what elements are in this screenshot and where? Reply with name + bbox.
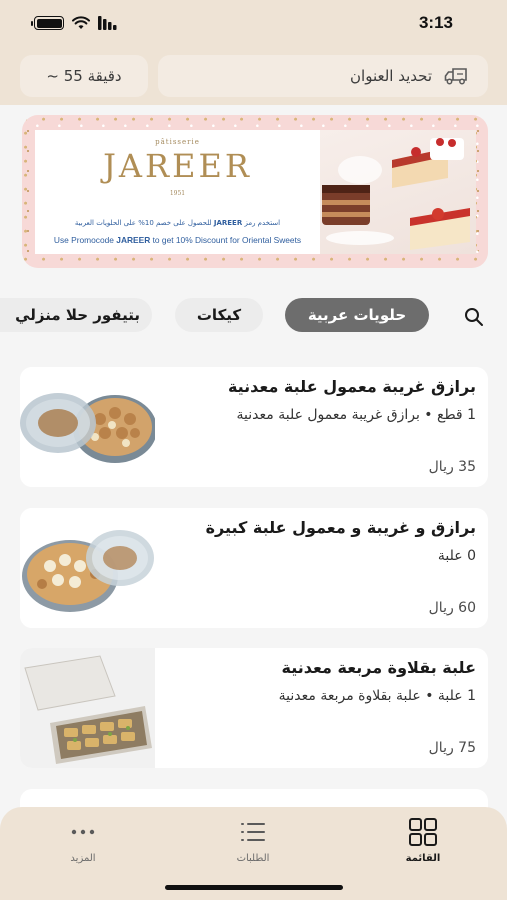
product-title: برازق و غريبة و معمول علبة كبيرة bbox=[205, 518, 476, 537]
status-bar: 3:13 bbox=[0, 0, 507, 46]
category-arabic-sweets[interactable]: حلويات عربية bbox=[285, 298, 429, 332]
product-price: 60 ريال bbox=[428, 600, 476, 616]
tab-more[interactable]: المزيد bbox=[33, 817, 133, 867]
delivery-time-pill[interactable]: ~ 55 دقيقة bbox=[20, 55, 148, 97]
tab-menu[interactable]: القائمة bbox=[373, 817, 473, 867]
more-dots-icon bbox=[71, 829, 95, 835]
status-time: 3:13 bbox=[418, 13, 453, 32]
product-image bbox=[20, 367, 157, 487]
address-label: تحديد العنوان bbox=[350, 67, 432, 85]
banner-patisserie: pâtisserie bbox=[155, 138, 200, 146]
tab-menu-label: القائمة bbox=[405, 853, 441, 864]
product-title: علبة بقلاوة مربعة معدنية bbox=[281, 658, 477, 677]
brand-year: 1951 bbox=[169, 190, 186, 197]
search-button[interactable] bbox=[460, 303, 488, 331]
category-cakes[interactable]: كيكات bbox=[175, 298, 263, 332]
promo-text-english: Use Promocode JAREER to get 10% Discount… bbox=[53, 235, 302, 245]
address-selector[interactable]: تحديد العنوان bbox=[158, 55, 488, 97]
tab-more-label: المزيد bbox=[70, 853, 96, 864]
search-icon bbox=[465, 308, 483, 326]
product-price: 75 ريال bbox=[428, 740, 476, 756]
wifi-icon bbox=[72, 16, 90, 29]
grid-icon bbox=[409, 818, 437, 846]
category-petit-four[interactable]: بتيفور حلا منزلي bbox=[0, 298, 152, 332]
cake-illustration bbox=[322, 138, 470, 250]
product-title: برازق غريبة معمول علبة معدنية bbox=[227, 377, 476, 396]
product-description: 0 علبة bbox=[437, 548, 476, 564]
product-description: 1 علبة • علبة بقلاوة مربعة معدنية bbox=[278, 688, 476, 704]
tab-orders[interactable]: الطلبات bbox=[203, 817, 303, 867]
product-card[interactable]: برازق غريبة معمول علبة معدنية 1 قطع • بر… bbox=[20, 367, 488, 487]
tab-orders-label: الطلبات bbox=[236, 853, 270, 864]
delivery-truck-icon bbox=[444, 68, 467, 85]
product-card[interactable]: برازق و غريبة و معمول علبة كبيرة 0 علبة … bbox=[20, 508, 488, 628]
product-price: 35 ريال bbox=[428, 459, 476, 475]
product-image bbox=[20, 648, 155, 768]
product-image bbox=[20, 508, 155, 628]
signal-icon bbox=[98, 16, 117, 30]
home-indicator bbox=[165, 885, 343, 890]
banner-cake-photo bbox=[320, 130, 476, 254]
banner-logo-panel: pâtisserie JAREER 1951 استخدم رمز JAREER… bbox=[35, 130, 320, 254]
promo-text-arabic: استخدم رمز JAREER للحصول على خصم 10% على… bbox=[74, 219, 281, 227]
product-description: 1 قطع • برازق غريبة معمول علبة معدنية bbox=[236, 407, 476, 423]
battery-icon bbox=[31, 16, 64, 30]
promo-banner[interactable]: pâtisserie JAREER 1951 استخدم رمز JAREER… bbox=[22, 115, 488, 268]
product-card[interactable]: علبة بقلاوة مربعة معدنية 1 علبة • علبة ب… bbox=[20, 648, 488, 768]
list-icon bbox=[241, 823, 265, 841]
status-icons bbox=[31, 15, 118, 31]
brand-logo: JAREER bbox=[103, 147, 252, 185]
